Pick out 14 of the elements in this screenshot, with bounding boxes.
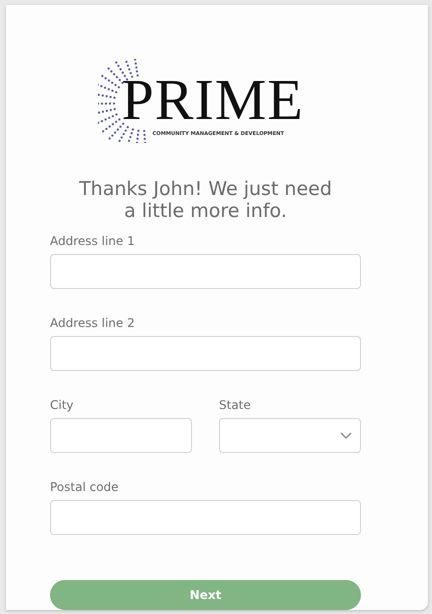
- select-field[interactable]: [219, 418, 361, 453]
- next-button[interactable]: Next: [50, 580, 361, 610]
- chevron-down-icon: [340, 432, 352, 439]
- input-field[interactable]: [50, 336, 361, 371]
- input-field[interactable]: [50, 418, 192, 453]
- field-label: State: [219, 398, 252, 412]
- field-label: Postal code: [50, 480, 120, 494]
- heading: Thanks John! We just need a little more info.: [78, 178, 333, 222]
- input-field[interactable]: [50, 254, 361, 289]
- logo-name: PRIME: [122, 69, 304, 131]
- field-label: City: [50, 398, 75, 412]
- field-label: Address line 1: [50, 234, 136, 248]
- input-field[interactable]: [50, 500, 361, 535]
- field-label: Address line 2: [50, 316, 136, 330]
